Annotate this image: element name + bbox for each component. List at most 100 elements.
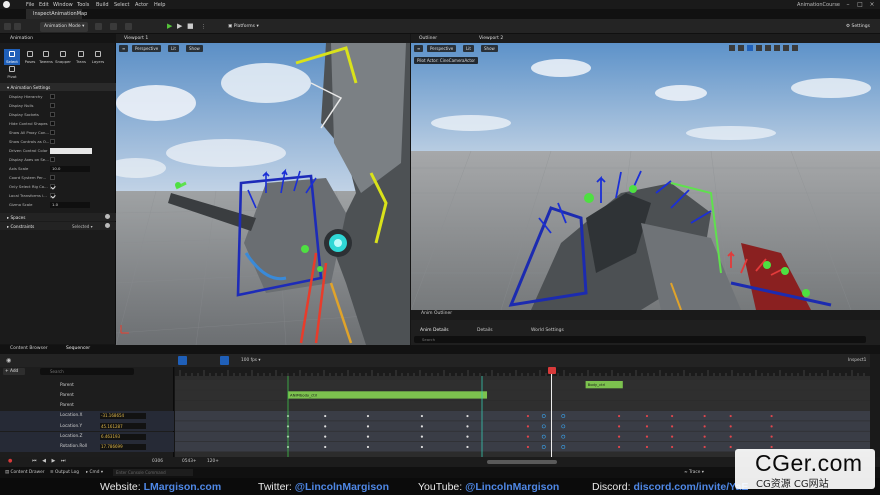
translate-icon[interactable] xyxy=(729,45,735,51)
content-drawer-button[interactable]: ▤ Content Drawer xyxy=(5,470,45,475)
tab-viewport-1[interactable]: Viewport 1 xyxy=(116,34,410,43)
viewport-2-lit[interactable]: Lit xyxy=(463,45,474,52)
track-search-input[interactable]: Search xyxy=(40,368,134,375)
menu-help[interactable]: Help xyxy=(154,2,165,8)
setting-checkbox[interactable] xyxy=(50,112,55,117)
cmd-dropdown[interactable]: ▸ Cmd ▾ xyxy=(86,470,103,475)
blueprint-icon[interactable] xyxy=(95,22,102,30)
track-value-field[interactable]: 45.161287 xyxy=(100,423,146,430)
viewport-2-options-icon[interactable]: ≡ xyxy=(414,45,424,52)
snap-toggle-icon[interactable] xyxy=(220,356,229,365)
play-options-icon[interactable]: ⋮ xyxy=(201,24,206,30)
settings-button[interactable]: ⚙ Settings xyxy=(842,22,874,32)
menu-tools[interactable]: Tools xyxy=(77,2,89,8)
viewport-1[interactable]: ≡ Perspective Lit Show xyxy=(116,43,410,345)
angle-snap-icon[interactable] xyxy=(783,45,789,51)
output-log-button[interactable]: ≡ Output Log xyxy=(50,470,79,475)
sequencer-save-icon[interactable]: ◉ xyxy=(6,357,11,364)
twitter-link[interactable]: @LincolnMargison xyxy=(295,481,389,493)
tab-sequencer[interactable]: Sequencer xyxy=(66,346,90,351)
cinematics-icon[interactable] xyxy=(110,22,117,30)
tab-content-browser[interactable]: Content Browser xyxy=(10,346,48,351)
tab-animation[interactable]: Animation xyxy=(0,34,116,43)
timeline-ruler[interactable] xyxy=(175,367,870,376)
tool-snapper[interactable]: Snapper xyxy=(55,49,71,65)
minimize-icon[interactable]: – xyxy=(842,0,854,9)
save-icon[interactable] xyxy=(4,22,11,30)
section-constraints[interactable]: ▸ Constraints Selected ▾ xyxy=(0,222,116,230)
timeline-area[interactable]: ANIMbody_ctrl Body_ctrl xyxy=(175,376,870,457)
menu-actor[interactable]: Actor xyxy=(135,2,148,8)
viewport-1-show[interactable]: Show xyxy=(186,45,203,52)
tool-tweens[interactable]: Tweens xyxy=(38,49,54,65)
setting-checkbox[interactable] xyxy=(50,130,55,135)
setting-checkbox[interactable] xyxy=(50,103,55,108)
section-spaces[interactable]: ▸ Spaces xyxy=(0,213,116,221)
current-frame[interactable]: 0306 xyxy=(152,459,163,464)
rotate-icon[interactable] xyxy=(738,45,744,51)
select-mode-icon[interactable] xyxy=(178,356,187,365)
viewport-1-options-icon[interactable]: ≡ xyxy=(119,45,129,52)
platforms-button[interactable]: ▣ Platforms ▾ xyxy=(224,22,263,32)
play-icon[interactable]: ▶ xyxy=(167,22,172,30)
constraints-filter[interactable]: Selected ▾ xyxy=(72,224,93,229)
transport-controls[interactable]: ⏮ ◀ ▶ ⏭ xyxy=(32,458,67,464)
tab-outliner[interactable]: Outliner xyxy=(419,36,437,41)
track-row[interactable]: Parent xyxy=(0,380,174,390)
maximize-icon[interactable]: □ xyxy=(854,0,866,9)
tab-anim-details[interactable]: Anim Details xyxy=(420,328,449,333)
setting-color-swatch[interactable] xyxy=(50,147,92,154)
setting-checkbox[interactable] xyxy=(50,139,55,144)
menu-file[interactable]: File xyxy=(26,2,34,8)
setting-checkbox[interactable] xyxy=(50,157,55,162)
tool-pivot[interactable]: Pivot xyxy=(4,64,20,80)
track-row[interactable]: Location.Z 6.463193 xyxy=(0,431,174,442)
add-constraint-icon[interactable] xyxy=(105,223,110,228)
close-icon[interactable]: × xyxy=(866,0,878,9)
sequencer-side-tab[interactable] xyxy=(870,354,880,457)
viewport-2-perspective[interactable]: Perspective xyxy=(427,45,457,52)
track-value-field[interactable]: 6.463193 xyxy=(100,433,146,440)
setting-number-field[interactable]: 1.0 xyxy=(50,201,90,208)
setting-checkbox[interactable] xyxy=(50,184,55,189)
tab-inspect-animation-map[interactable]: InspectAnimationMap xyxy=(26,9,87,19)
setting-number-field[interactable]: 10.0 xyxy=(50,165,90,172)
setting-checkbox[interactable] xyxy=(50,193,55,198)
tab-details[interactable]: Details xyxy=(477,328,493,333)
discord-link[interactable]: discord.com/invite/YaE xyxy=(633,481,748,493)
tool-poses[interactable]: Poses xyxy=(22,49,38,65)
timeline-scrollbar[interactable] xyxy=(487,460,557,464)
camera-speed-icon[interactable] xyxy=(792,45,798,51)
website-link[interactable]: LMargison.com xyxy=(144,481,222,493)
tab-world-settings[interactable]: World Settings xyxy=(531,328,564,333)
menu-select[interactable]: Select xyxy=(114,2,129,8)
add-space-icon[interactable] xyxy=(105,214,110,219)
track-value-field[interactable]: -31.168654 xyxy=(100,412,146,419)
setting-checkbox[interactable] xyxy=(50,121,55,126)
grid-icon[interactable] xyxy=(774,45,780,51)
end-frame[interactable]: 0543+ xyxy=(182,459,197,464)
track-row[interactable]: Location.Y 45.161287 xyxy=(0,421,174,432)
console-input[interactable]: Enter Console Command xyxy=(113,469,193,476)
viewport-2[interactable]: ≡ Perspective Lit Show Pilot Actor: Cine… xyxy=(411,43,880,310)
tool-trans[interactable]: Trans xyxy=(73,49,89,65)
track-value-field[interactable]: 17.786699 xyxy=(100,443,146,450)
track-row[interactable]: Location.X -31.168654 xyxy=(0,410,174,421)
record-icon[interactable]: ● xyxy=(8,458,12,464)
track-row[interactable]: Rotation.Roll 17.786699 xyxy=(0,441,174,452)
viewport-2-show[interactable]: Show xyxy=(481,45,498,52)
playhead-handle[interactable] xyxy=(548,367,556,374)
scale-icon[interactable] xyxy=(747,45,753,51)
menu-edit[interactable]: Edit xyxy=(39,2,49,8)
track-row[interactable]: Parent xyxy=(0,401,174,411)
viewport-1-perspective[interactable]: Perspective xyxy=(132,45,162,52)
viewport-1-lit[interactable]: Lit xyxy=(168,45,179,52)
build-icon[interactable] xyxy=(125,22,132,30)
fps-dropdown[interactable]: 100 fps ▾ xyxy=(241,358,261,363)
tool-select[interactable]: Select xyxy=(4,49,20,65)
details-search-input[interactable]: Search xyxy=(414,336,866,343)
add-track-button[interactable]: + Add xyxy=(3,368,25,375)
animation-mode-dropdown[interactable]: Animation Mode ▾ xyxy=(40,21,89,32)
stop-icon[interactable]: ■ xyxy=(187,22,194,30)
tab-anim-outliner[interactable]: Anim Outliner xyxy=(421,311,452,316)
